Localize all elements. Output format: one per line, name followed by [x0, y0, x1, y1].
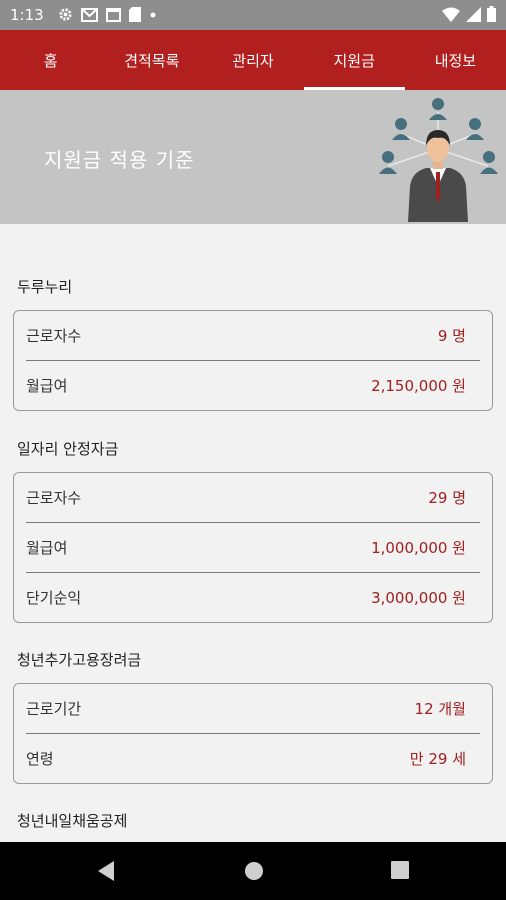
- list-item[interactable]: 월급여 2,150,000 원: [26, 361, 480, 410]
- back-icon[interactable]: [96, 860, 116, 882]
- row-label: 단기순익: [26, 589, 82, 607]
- card-durunuri: 근로자수 9 명 월급여 2,150,000 원: [13, 310, 493, 411]
- section-title-youth-employment-incentive: 청년추가고용장려금: [17, 651, 142, 669]
- sd-card-icon: [129, 7, 141, 22]
- row-value: 2,150,000 원: [371, 377, 466, 395]
- dot-icon: [150, 12, 156, 17]
- list-item[interactable]: 근로자수 9 명: [26, 311, 480, 361]
- row-label: 근로기간: [26, 700, 82, 718]
- section-title-durunuri: 두루누리: [17, 278, 73, 296]
- list-item[interactable]: 연령 만 29 세: [26, 734, 480, 783]
- home-icon[interactable]: [243, 860, 265, 882]
- top-navigation: 홈 견적목록 관리자 지원금 내정보: [0, 30, 506, 90]
- list-item[interactable]: 월급여 1,000,000 원: [26, 523, 480, 573]
- status-time: 1:13: [10, 6, 44, 24]
- battery-icon: [487, 6, 496, 22]
- page-title: 지원금 적용 기준: [44, 148, 195, 172]
- signal-icon: [466, 6, 481, 22]
- tab-my-info[interactable]: 내정보: [405, 30, 506, 90]
- row-value: 3,000,000 원: [371, 589, 466, 607]
- businessman-network-illustration: [379, 98, 498, 222]
- list-item[interactable]: 단기순익 3,000,000 원: [26, 573, 480, 622]
- row-label: 근로자수: [26, 327, 82, 345]
- row-label: 월급여: [26, 377, 68, 395]
- calendar-icon: [106, 8, 121, 22]
- row-value: 29 명: [428, 489, 466, 507]
- section-title-job-stability-fund: 일자리 안정자금: [17, 440, 119, 458]
- row-value: 만 29 세: [409, 750, 466, 768]
- card-job-stability-fund: 근로자수 29 명 월급여 1,000,000 원 단기순익 3,000,000…: [13, 472, 493, 623]
- status-system-icons: [442, 6, 496, 22]
- settings-icon: [59, 8, 72, 21]
- wifi-icon: [442, 7, 460, 22]
- page-banner: 지원금 적용 기준: [0, 90, 506, 224]
- recents-icon[interactable]: [390, 860, 410, 880]
- tab-home[interactable]: 홈: [0, 30, 101, 90]
- gmail-icon: [81, 7, 98, 22]
- tab-admin[interactable]: 관리자: [202, 30, 303, 90]
- row-label: 근로자수: [26, 489, 82, 507]
- row-value: 12 개월: [414, 700, 466, 718]
- row-value: 1,000,000 원: [371, 539, 466, 557]
- tab-subsidy[interactable]: 지원금: [303, 30, 406, 90]
- list-item[interactable]: 근로자수 29 명: [26, 473, 480, 523]
- status-bar: 1:13: [0, 0, 506, 30]
- list-item[interactable]: 근로기간 12 개월: [26, 684, 480, 734]
- row-value: 9 명: [437, 327, 466, 345]
- system-navigation-bar: [0, 842, 506, 900]
- status-notification-icons: [58, 7, 157, 22]
- subsidy-criteria-list[interactable]: 두루누리 근로자수 9 명 월급여 2,150,000 원 일자리 안정자금 근…: [0, 224, 506, 842]
- tab-estimate-list[interactable]: 견적목록: [101, 30, 202, 90]
- card-youth-employment-incentive: 근로기간 12 개월 연령 만 29 세: [13, 683, 493, 784]
- row-label: 연령: [26, 750, 54, 768]
- row-label: 월급여: [26, 539, 68, 557]
- section-title-youth-tomorrow-savings: 청년내일채움공제: [17, 812, 128, 830]
